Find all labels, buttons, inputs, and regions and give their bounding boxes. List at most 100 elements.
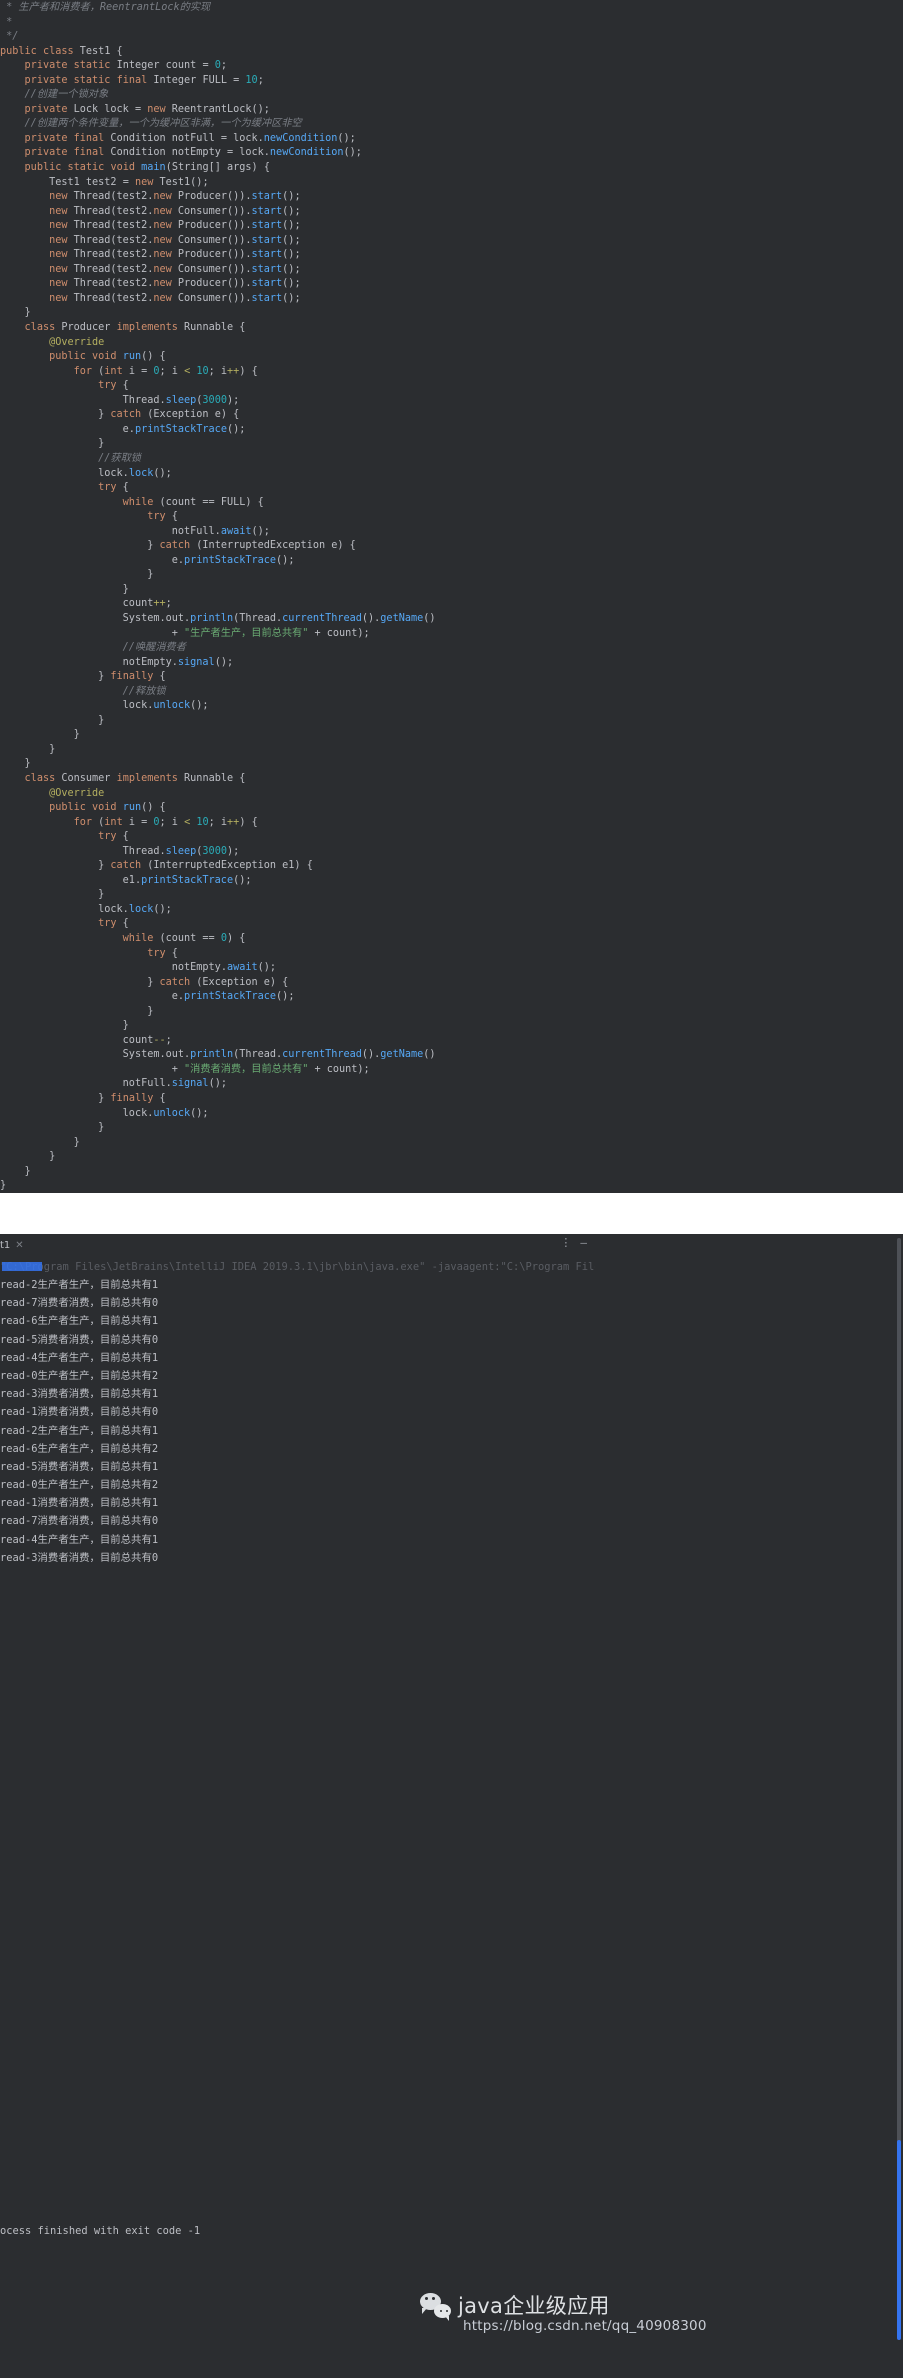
code-token: == — [202, 496, 215, 508]
code-token: notEmpty. — [171, 962, 227, 974]
code-line: public void run() { — [0, 801, 595, 816]
code-token: ; i — [159, 365, 185, 377]
code-token: while — [122, 933, 154, 944]
console-tab-label[interactable]: t1 — [0, 1240, 10, 1251]
code-line: } — [0, 1136, 595, 1151]
console-scrollbar-thumb[interactable] — [897, 2140, 901, 2340]
minimize-icon[interactable]: — — [580, 1237, 587, 1248]
code-token: (); — [214, 656, 234, 668]
code-line: } catch (Exception e) { — [0, 408, 595, 423]
code-line: + "消费者消费，目前总共有" + count); — [0, 1063, 595, 1078]
code-token: new — [49, 292, 68, 304]
code-token: (); — [251, 525, 270, 537]
code-line: e1.printStackTrace(); — [0, 874, 595, 889]
code-token: new — [153, 263, 172, 275]
code-token: signal — [177, 656, 215, 668]
code-token: Thread. — [122, 845, 166, 857]
code-line: } — [0, 1150, 595, 1165]
console-output-line: read-3消费者消费，目前总共有0 — [0, 1551, 159, 1564]
console-exit-line: ocess finished with exit code -1 — [0, 2224, 201, 2237]
code-token: (InterruptedException e1) { — [141, 860, 313, 872]
console-output[interactable]: "C:\Program Files\JetBrains\IntelliJ IDE… — [0, 1256, 595, 2378]
code-token: e. — [171, 991, 185, 1003]
code-token: ; — [220, 60, 228, 72]
code-token: (); — [282, 205, 301, 217]
code-line: } — [0, 1179, 595, 1193]
code-token: new — [49, 191, 68, 203]
code-token: Thread(test2. — [67, 205, 154, 217]
code-token: public — [0, 45, 37, 57]
code-token: finally — [110, 671, 154, 683]
panel-divider-gap — [0, 1193, 903, 1234]
code-editor[interactable]: * 生产者和消费者，ReentrantLock的实现 * */ public cl… — [0, 0, 595, 1193]
code-token: } — [147, 540, 160, 552]
code-line: while (count == FULL) { — [0, 496, 595, 511]
code-token: private — [24, 147, 68, 159]
code-token: start — [251, 278, 283, 290]
console-output-line: read-5消费者消费，目前总共有1 — [0, 1460, 159, 1473]
code-line: } — [0, 743, 595, 758]
console-output-line: read-0生产者生产，目前总共有2 — [0, 1479, 159, 1492]
code-token: ) { — [239, 816, 258, 828]
code-token: void — [110, 162, 135, 174]
code-token: class — [24, 322, 56, 334]
code-token: } — [122, 1020, 129, 1032]
code-token: (). — [361, 612, 381, 624]
code-token: } — [98, 438, 105, 450]
code-token: notFull. — [122, 1078, 172, 1090]
code-token: (Thread. — [233, 1049, 283, 1061]
code-token: @Override — [49, 787, 105, 799]
more-options-icon[interactable]: ⋮ — [560, 1237, 571, 1248]
code-token: (); — [153, 467, 172, 479]
code-token: public — [24, 162, 62, 174]
code-token: (); — [233, 874, 252, 886]
code-token: unlock — [153, 1107, 191, 1119]
code-token: } — [98, 1093, 111, 1105]
code-token: Thread. — [122, 394, 166, 406]
code-token: } — [147, 1005, 154, 1017]
code-token: } — [73, 729, 80, 741]
console-tab-bar: t1 ✕ ⋮ — — [0, 1234, 595, 1256]
code-token: System.out. — [122, 612, 191, 624]
code-token: //获取锁 — [98, 452, 141, 464]
code-token: final — [116, 74, 148, 86]
code-token: new — [134, 176, 154, 188]
code-token: finally — [110, 1093, 154, 1105]
code-line: public static void main(String[] args) { — [0, 161, 595, 176]
code-token: Condition notFull — [104, 132, 221, 144]
code-line: new Thread(test2.new Producer()).start()… — [0, 277, 595, 292]
code-token: try — [147, 511, 166, 523]
code-token: new — [153, 220, 172, 232]
code-line: class Consumer implements Runnable { — [0, 772, 595, 787]
code-token: main — [141, 162, 166, 174]
code-token: (); — [153, 903, 172, 915]
code-line: * — [0, 16, 595, 31]
close-icon[interactable]: ✕ — [15, 1240, 23, 1251]
code-token: ; — [257, 74, 264, 86]
code-line: } catch (InterruptedException e1) { — [0, 859, 595, 874]
code-token: try — [98, 380, 117, 392]
code-token: (); — [276, 554, 295, 566]
watermark-url: https://blog.csdn.net/qq_40908300 — [463, 2318, 707, 2334]
code-token: ; i — [208, 365, 228, 377]
code-token: try — [147, 947, 166, 959]
code-token: (); — [343, 147, 362, 159]
code-line: notEmpty.signal(); — [0, 656, 595, 671]
code-text-area[interactable]: * 生产者和消费者，ReentrantLock的实现 * */ public cl… — [0, 0, 595, 1193]
code-token: { — [116, 482, 129, 494]
code-line: for (int i = 0; i < 10; i++) { — [0, 816, 595, 831]
code-token: lock. — [122, 1107, 154, 1119]
code-line: Test1 test2 = new Test1(); — [0, 176, 595, 191]
console-output-line: read-1消费者消费，目前总共有0 — [0, 1406, 159, 1419]
code-line: e.printStackTrace(); — [0, 423, 595, 438]
code-token: newCondition — [269, 147, 344, 159]
code-token: new — [49, 220, 68, 232]
code-token: == — [202, 933, 215, 944]
